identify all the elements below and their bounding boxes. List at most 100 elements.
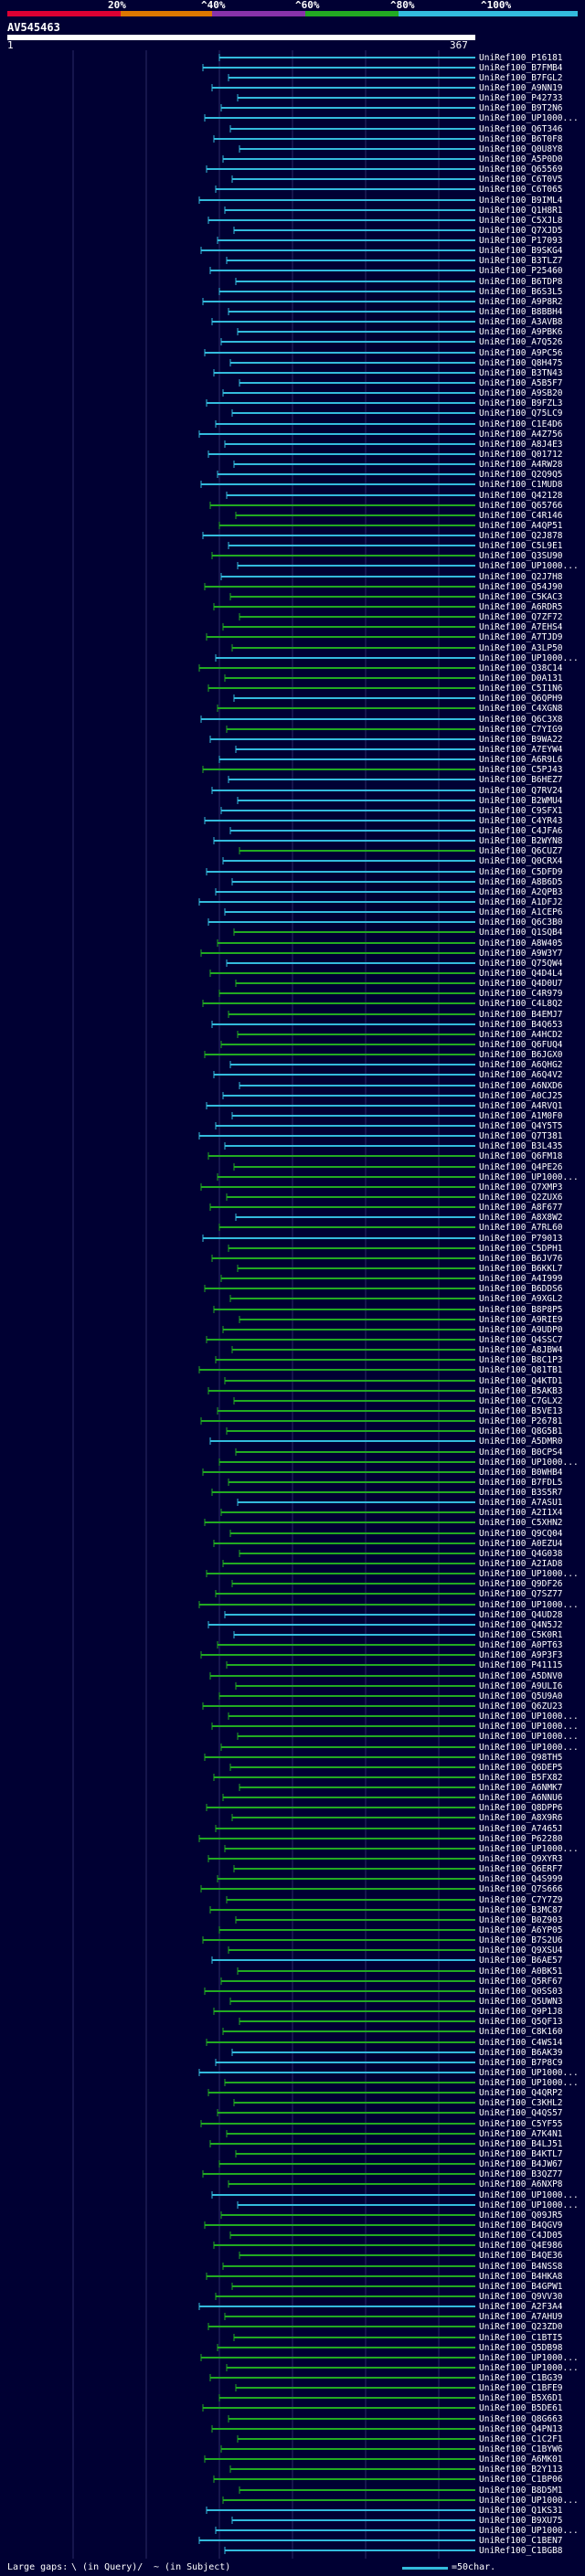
hit-label[interactable]: UniRef100_Q4KTD1 bbox=[479, 1376, 563, 1386]
hit-label[interactable]: UniRef100_C8K160 bbox=[479, 2027, 563, 2037]
hit-label[interactable]: UniRef100_A8X9R6 bbox=[479, 1813, 563, 1823]
hit-label[interactable]: UniRef100_Q0U8Y8 bbox=[479, 144, 563, 154]
hit-row[interactable]: UniRef100_C4XGN8 bbox=[217, 704, 563, 714]
hit-label[interactable]: UniRef100_B2WYN8 bbox=[479, 836, 563, 846]
hit-label[interactable]: UniRef100_Q75LC9 bbox=[479, 408, 563, 419]
hit-row[interactable]: UniRef100_B2Y113 bbox=[229, 2465, 563, 2475]
hit-label[interactable]: UniRef100_Q2J878 bbox=[479, 531, 563, 541]
hit-row[interactable]: UniRef100_Q75LC9 bbox=[231, 408, 563, 419]
hit-row[interactable]: UniRef100_UP1000... bbox=[228, 1712, 579, 1722]
hit-label[interactable]: UniRef100_B3L435 bbox=[479, 1141, 563, 1151]
hit-row[interactable]: UniRef100_A6NNU6 bbox=[222, 1793, 563, 1803]
hit-row[interactable]: UniRef100_UP1000... bbox=[220, 1743, 579, 1753]
hit-row[interactable]: UniRef100_A0BK51 bbox=[237, 1966, 563, 1977]
hit-row[interactable]: UniRef100_A0CJ25 bbox=[222, 1091, 563, 1101]
hit-label[interactable]: UniRef100_UP1000... bbox=[479, 1569, 579, 1579]
hit-label[interactable]: UniRef100_C5DFD9 bbox=[479, 867, 563, 877]
hit-label[interactable]: UniRef100_Q6ERF7 bbox=[479, 1864, 563, 1874]
hit-label[interactable]: UniRef100_C3KHL2 bbox=[479, 2098, 563, 2108]
hit-label[interactable]: UniRef100_C4WS14 bbox=[479, 2038, 563, 2048]
hit-label[interactable]: UniRef100_B4QE36 bbox=[479, 2251, 563, 2261]
hit-label[interactable]: UniRef100_B9XU75 bbox=[479, 2516, 563, 2526]
hit-label[interactable]: UniRef100_B7FMB4 bbox=[479, 63, 563, 73]
hit-label[interactable]: UniRef100_Q09JR5 bbox=[479, 2210, 563, 2221]
hit-label[interactable]: UniRef100_A4RW28 bbox=[479, 460, 563, 470]
hit-row[interactable]: UniRef100_B4QE36 bbox=[239, 2251, 563, 2261]
hit-row[interactable]: UniRef100_B3QZ77 bbox=[202, 2169, 563, 2179]
hit-label[interactable]: UniRef100_Q6T346 bbox=[479, 124, 563, 134]
hit-label[interactable]: UniRef100_B6JGX0 bbox=[479, 1050, 563, 1060]
hit-label[interactable]: UniRef100_UP1000... bbox=[479, 113, 579, 123]
hit-label[interactable]: UniRef100_B5AKB3 bbox=[479, 1386, 563, 1396]
hit-row[interactable]: UniRef100_B3L435 bbox=[224, 1141, 563, 1151]
hit-row[interactable]: UniRef100_A4QP51 bbox=[218, 521, 563, 531]
hit-label[interactable]: UniRef100_UP1000... bbox=[479, 1732, 579, 1742]
hit-label[interactable]: UniRef100_A7ASU1 bbox=[479, 1498, 563, 1508]
hit-row[interactable]: UniRef100_A9ULI6 bbox=[235, 1681, 563, 1691]
hit-row[interactable]: UniRef100_Q6C3B0 bbox=[207, 917, 563, 928]
hit-row[interactable]: UniRef100_A7RL60 bbox=[218, 1223, 563, 1233]
hit-label[interactable]: UniRef100_Q01712 bbox=[479, 450, 563, 460]
hit-label[interactable]: UniRef100_A8B6D5 bbox=[479, 877, 563, 887]
hit-label[interactable]: UniRef100_C7Y7Z9 bbox=[479, 1895, 563, 1905]
hit-row[interactable]: UniRef100_Q8DPP6 bbox=[206, 1803, 563, 1813]
hit-label[interactable]: UniRef100_B4EMJ7 bbox=[479, 1010, 563, 1020]
hit-row[interactable]: UniRef100_B7FGL2 bbox=[228, 73, 563, 83]
hit-label[interactable]: UniRef100_A9ULI6 bbox=[479, 1681, 563, 1691]
hit-row[interactable]: UniRef100_A8J4E3 bbox=[224, 440, 563, 450]
hit-label[interactable]: UniRef100_P42733 bbox=[479, 93, 563, 103]
hit-row[interactable]: UniRef100_B8D5M1 bbox=[239, 2486, 563, 2496]
hit-row[interactable]: UniRef100_Q6ZU23 bbox=[202, 1701, 563, 1712]
hit-label[interactable]: UniRef100_P16181 bbox=[479, 53, 563, 63]
hit-row[interactable]: UniRef100_B5VE13 bbox=[217, 1406, 563, 1416]
hit-label[interactable]: UniRef100_A2IAD8 bbox=[479, 1559, 563, 1569]
hit-row[interactable]: UniRef100_A6QHG2 bbox=[229, 1060, 563, 1070]
hit-row[interactable]: UniRef100_A6Q4V2 bbox=[213, 1070, 563, 1080]
hit-label[interactable]: UniRef100_A2I1X4 bbox=[479, 1508, 563, 1518]
hit-row[interactable]: UniRef100_B5AKB3 bbox=[207, 1386, 563, 1396]
hit-label[interactable]: UniRef100_B0Z903 bbox=[479, 1915, 563, 1925]
hit-label[interactable]: UniRef100_Q6C3B0 bbox=[479, 917, 563, 928]
hit-label[interactable]: UniRef100_C1BTI5 bbox=[479, 2333, 563, 2343]
hit-label[interactable]: UniRef100_B8D5M1 bbox=[479, 2486, 563, 2496]
hit-label[interactable]: UniRef100_A5DMR0 bbox=[479, 1436, 563, 1447]
hit-row[interactable]: UniRef100_C7GLX2 bbox=[233, 1396, 563, 1406]
hit-row[interactable]: UniRef100_P42733 bbox=[237, 93, 563, 103]
hit-label[interactable]: UniRef100_B6AE57 bbox=[479, 1956, 563, 1966]
hit-row[interactable]: UniRef100_B0CPS4 bbox=[235, 1447, 563, 1458]
hit-row[interactable]: UniRef100_A4Z756 bbox=[198, 429, 563, 440]
hit-label[interactable]: UniRef100_B8BBH4 bbox=[479, 307, 563, 317]
hit-label[interactable]: UniRef100_Q98TH5 bbox=[479, 1753, 563, 1763]
hit-label[interactable]: UniRef100_Q9VV30 bbox=[479, 2292, 563, 2302]
hit-label[interactable]: UniRef100_Q1H8R1 bbox=[479, 206, 563, 216]
hit-row[interactable]: UniRef100_Q9VV30 bbox=[215, 2292, 563, 2302]
hit-label[interactable]: UniRef100_Q2J7H8 bbox=[479, 572, 563, 582]
hit-row[interactable]: UniRef100_B2WYN8 bbox=[213, 836, 563, 846]
hit-label[interactable]: UniRef100_C7YIG9 bbox=[479, 725, 563, 735]
hit-label[interactable]: UniRef100_Q4D0U7 bbox=[479, 979, 563, 989]
hit-row[interactable]: UniRef100_UP1000... bbox=[198, 1600, 579, 1610]
hit-row[interactable]: UniRef100_C9SFX1 bbox=[220, 806, 563, 816]
hit-label[interactable]: UniRef100_UP1000... bbox=[479, 1844, 579, 1854]
hit-label[interactable]: UniRef100_Q8H475 bbox=[479, 358, 563, 368]
hit-row[interactable]: UniRef100_B4JW67 bbox=[218, 2159, 563, 2169]
hit-label[interactable]: UniRef100_A5B5F7 bbox=[479, 378, 563, 388]
hit-row[interactable]: UniRef100_C5PJ43 bbox=[202, 765, 563, 775]
hit-row[interactable]: UniRef100_Q9XYR3 bbox=[207, 1854, 563, 1864]
hit-row[interactable]: UniRef100_Q0U8Y8 bbox=[239, 144, 563, 154]
hit-label[interactable]: UniRef100_C4JFA6 bbox=[479, 826, 563, 836]
hit-label[interactable]: UniRef100_A8W405 bbox=[479, 938, 563, 949]
hit-row[interactable]: UniRef100_B4KTL7 bbox=[235, 2149, 563, 2159]
hit-row[interactable]: UniRef100_A6YP05 bbox=[218, 1925, 563, 1935]
hit-row[interactable]: UniRef100_A9W3Y7 bbox=[200, 949, 563, 959]
hit-row[interactable]: UniRef100_C4R146 bbox=[235, 511, 563, 521]
hit-row[interactable]: UniRef100_Q5UWN3 bbox=[229, 1997, 563, 2007]
hit-row[interactable]: UniRef100_UP1000... bbox=[218, 1458, 579, 1468]
hit-row[interactable]: UniRef100_UP1000... bbox=[211, 2190, 579, 2200]
hit-label[interactable]: UniRef100_Q6QPH9 bbox=[479, 694, 563, 704]
hit-label[interactable]: UniRef100_C1E4D6 bbox=[479, 419, 563, 429]
hit-label[interactable]: UniRef100_Q54J90 bbox=[479, 582, 563, 592]
hit-row[interactable]: UniRef100_C1C2F1 bbox=[237, 2434, 563, 2444]
hit-label[interactable]: UniRef100_A9W3Y7 bbox=[479, 949, 563, 959]
hit-label[interactable]: UniRef100_B9FZL3 bbox=[479, 398, 563, 408]
